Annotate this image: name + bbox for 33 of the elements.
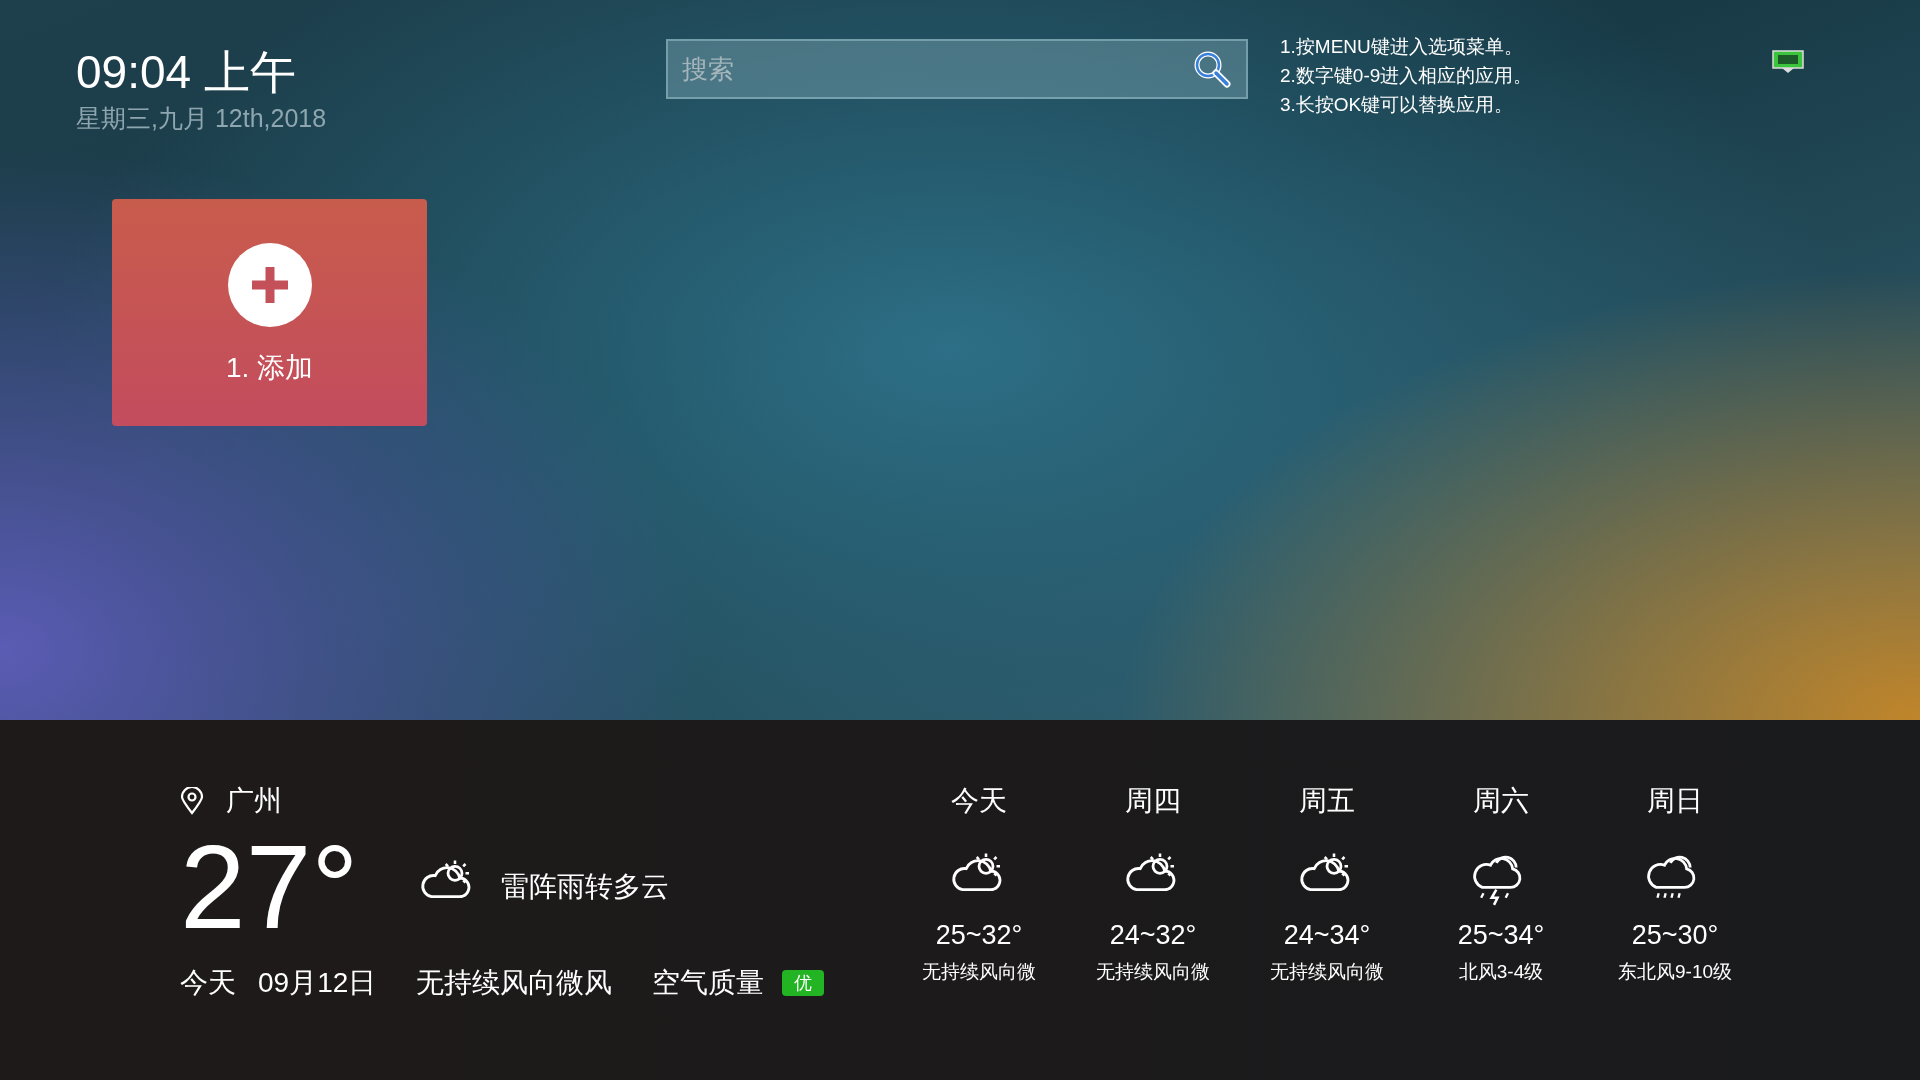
tip-text: 3.长按OK键可以替换应用。 xyxy=(1280,93,1515,117)
air-quality-label: 空气质量 xyxy=(652,966,765,1000)
forecast-day: 周四 xyxy=(1125,782,1181,820)
tip-text: 1.按MENU键进入选项菜单。 xyxy=(1280,35,1524,59)
location-pin-icon xyxy=(180,787,204,815)
date-text: 09月12日 xyxy=(258,966,377,1000)
forecast-temperature: 25~30° xyxy=(1631,920,1719,951)
current-temperature: 27° xyxy=(180,832,360,942)
forecast-wind: 无持续风向微 xyxy=(922,960,1036,984)
tip-text: 2.数字键0-9进入相应的应用。 xyxy=(1280,64,1533,88)
city-name: 广州 xyxy=(226,784,282,818)
air-quality-badge: 优 xyxy=(782,970,825,996)
forecast-temperature: 25~32° xyxy=(935,920,1023,951)
forecast-wind: 无持续风向微 xyxy=(1270,960,1384,984)
forecast-day: 今天 xyxy=(951,782,1007,820)
wind-text: 无持续风向微风 xyxy=(416,966,613,1000)
search-field[interactable]: 搜索 xyxy=(666,39,1248,99)
day-label: 今天 xyxy=(180,966,236,1000)
forecast-day: 周五 xyxy=(1299,782,1355,820)
forecast-wind: 北风3-4级 xyxy=(1458,960,1544,984)
clock-date: 星期三,九月 12th,2018 xyxy=(76,103,328,134)
forecast-day: 周日 xyxy=(1647,782,1703,820)
forecast-temperature: 24~32° xyxy=(1109,920,1197,951)
forecast-day: 周六 xyxy=(1473,782,1529,820)
search-icon[interactable] xyxy=(1192,49,1232,89)
plus-icon xyxy=(227,243,312,327)
forecast-temperature: 24~34° xyxy=(1283,920,1371,951)
add-app-tile[interactable]: 1. 添加 xyxy=(112,199,427,426)
forecast-wind: 东北风9-10级 xyxy=(1618,960,1732,984)
weather-condition: 雷阵雨转多云 xyxy=(501,870,669,904)
clock-time: 09:04 上午 xyxy=(76,46,297,98)
forecast-temperature: 25~34° xyxy=(1457,920,1545,951)
forecast-wind: 无持续风向微 xyxy=(1096,960,1210,984)
